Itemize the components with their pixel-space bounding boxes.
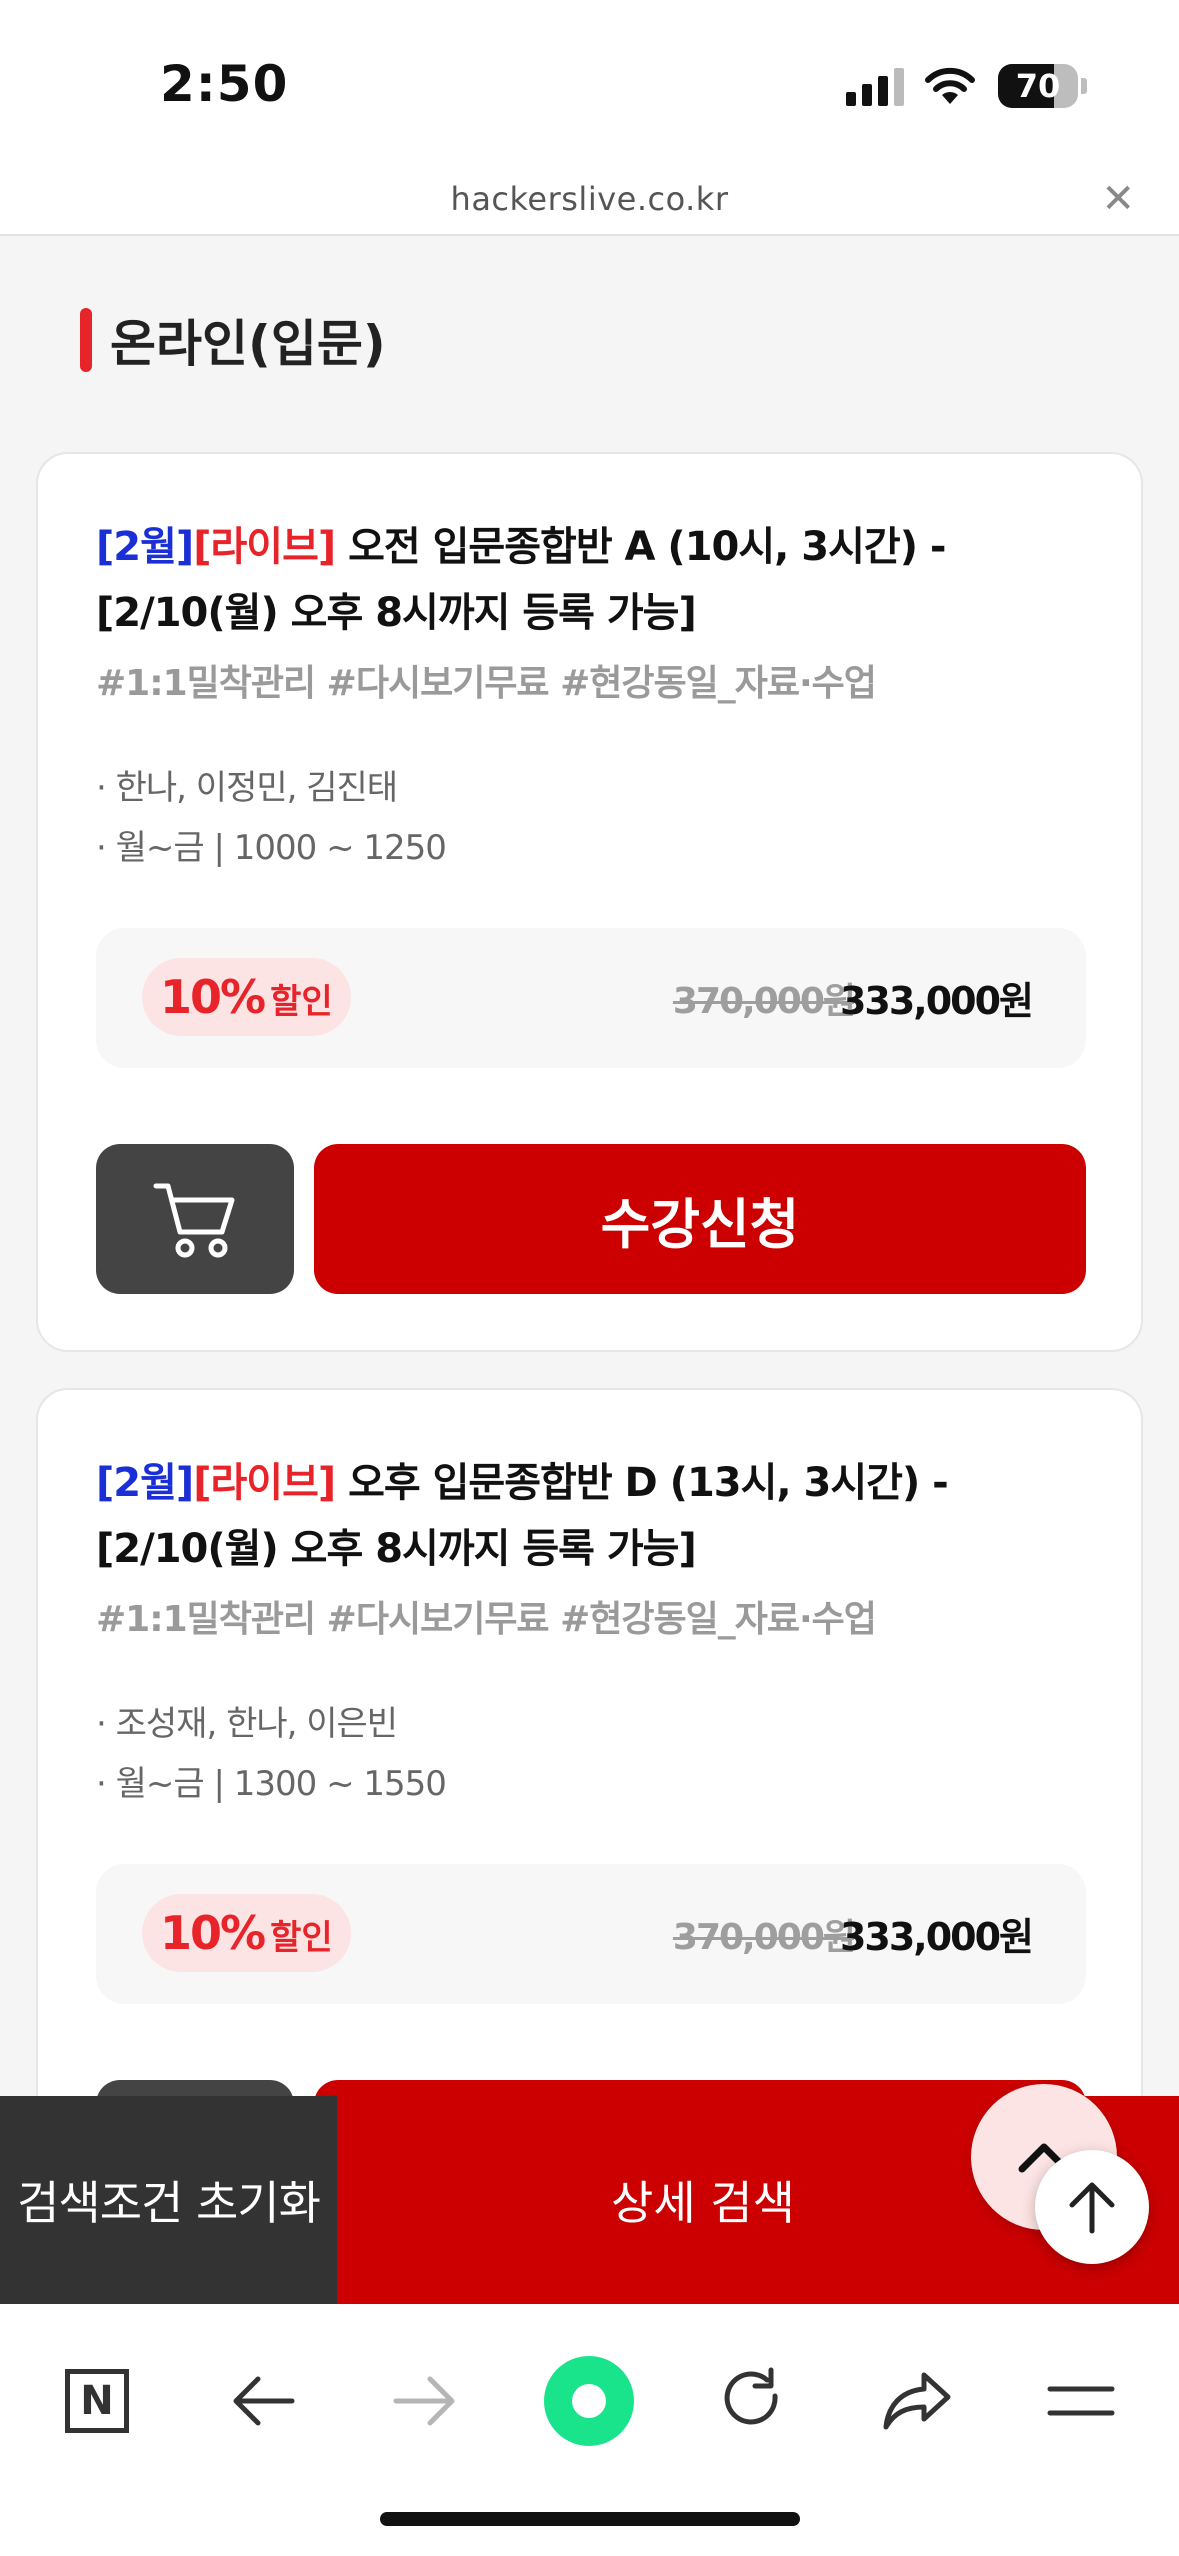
month-tag: [2월] bbox=[96, 1460, 194, 1506]
course-schedule: · 월~금 | 1000 ~ 1250 bbox=[96, 828, 447, 868]
arrow-up-icon bbox=[1069, 2182, 1115, 2234]
discount-badge: 10% 할인 bbox=[142, 958, 351, 1036]
discount-badge: 10% 할인 bbox=[142, 1894, 351, 1972]
price-box: 10% 할인 370,000원 333,000원 bbox=[96, 928, 1086, 1068]
reset-filters-button[interactable]: 검색조건 초기화 bbox=[0, 2096, 337, 2304]
url-bar: hackerslive.co.kr ✕ bbox=[0, 170, 1179, 236]
course-card: [2월][라이브] 오전 입문종합반 A (10시, 3시간) - [2/10(… bbox=[36, 452, 1143, 1352]
battery-cap bbox=[1081, 78, 1087, 94]
discount-label: 할인 bbox=[270, 1918, 333, 1958]
url-text[interactable]: hackerslive.co.kr bbox=[0, 180, 1179, 218]
cart-icon bbox=[153, 1183, 235, 1258]
original-price: 370,000원 bbox=[672, 981, 856, 1022]
final-price: 333,000원 bbox=[839, 1915, 1034, 1959]
course-teachers: · 한나, 이정민, 김진태 bbox=[96, 768, 398, 808]
discount-percent: 10% bbox=[160, 970, 266, 1024]
status-time: 2:50 bbox=[160, 55, 289, 113]
signal-icon bbox=[846, 68, 904, 106]
month-tag: [2월] bbox=[96, 524, 194, 570]
section-title: 온라인(입문) bbox=[110, 315, 386, 373]
scroll-up-button[interactable] bbox=[1035, 2150, 1149, 2264]
course-title[interactable]: [2월][라이브] 오전 입문종합반 A (10시, 3시간) - [2/10(… bbox=[96, 514, 1106, 646]
naver-n-icon: N bbox=[65, 2369, 129, 2433]
discount-percent: 10% bbox=[160, 1906, 266, 1960]
cart-button[interactable] bbox=[96, 1144, 294, 1294]
naver-green-button[interactable] bbox=[544, 2356, 634, 2446]
share-icon bbox=[883, 2372, 951, 2430]
section-accent-bar bbox=[80, 308, 92, 372]
section-header: 온라인(입문) bbox=[80, 308, 386, 373]
arrow-right-icon bbox=[393, 2376, 455, 2426]
live-tag: [라이브] bbox=[193, 524, 336, 570]
discount-label: 할인 bbox=[270, 982, 333, 1022]
detail-search-label: 상세 검색 bbox=[611, 2176, 795, 2230]
apply-button[interactable]: 수강신청 bbox=[314, 1144, 1086, 1294]
arrow-left-icon bbox=[233, 2376, 295, 2426]
final-price: 333,000원 bbox=[839, 979, 1034, 1023]
forward-button[interactable] bbox=[380, 2356, 470, 2446]
home-indicator bbox=[380, 2512, 800, 2526]
battery-icon: 70 bbox=[998, 64, 1078, 108]
reload-icon bbox=[724, 2367, 778, 2425]
battery-percent: 70 bbox=[1015, 67, 1061, 105]
menu-button[interactable] bbox=[1036, 2356, 1126, 2446]
close-icon[interactable]: ✕ bbox=[1101, 176, 1135, 222]
original-price: 370,000원 bbox=[672, 1917, 856, 1958]
wifi-icon bbox=[925, 67, 975, 104]
status-bar: 2:50 70 bbox=[0, 0, 1179, 170]
back-button[interactable] bbox=[218, 2356, 308, 2446]
course-schedule: · 월~금 | 1300 ~ 1550 bbox=[96, 1764, 447, 1804]
menu-icon bbox=[1047, 2386, 1115, 2416]
share-button[interactable] bbox=[872, 2356, 962, 2446]
reload-button[interactable] bbox=[707, 2356, 797, 2446]
course-teachers: · 조성재, 한나, 이은빈 bbox=[96, 1704, 398, 1744]
naver-home-button[interactable]: N bbox=[52, 2356, 142, 2446]
price-box: 10% 할인 370,000원 333,000원 bbox=[96, 1864, 1086, 2004]
live-tag: [라이브] bbox=[193, 1460, 336, 1506]
green-dot-icon bbox=[544, 2356, 634, 2446]
course-hashtags: #1:1밀착관리 #다시보기무료 #현강동일_자료·수업 bbox=[96, 1599, 877, 1640]
course-title[interactable]: [2월][라이브] 오후 입문종합반 D (13시, 3시간) - [2/10(… bbox=[96, 1450, 1106, 1582]
course-hashtags: #1:1밀착관리 #다시보기무료 #현강동일_자료·수업 bbox=[96, 663, 877, 704]
